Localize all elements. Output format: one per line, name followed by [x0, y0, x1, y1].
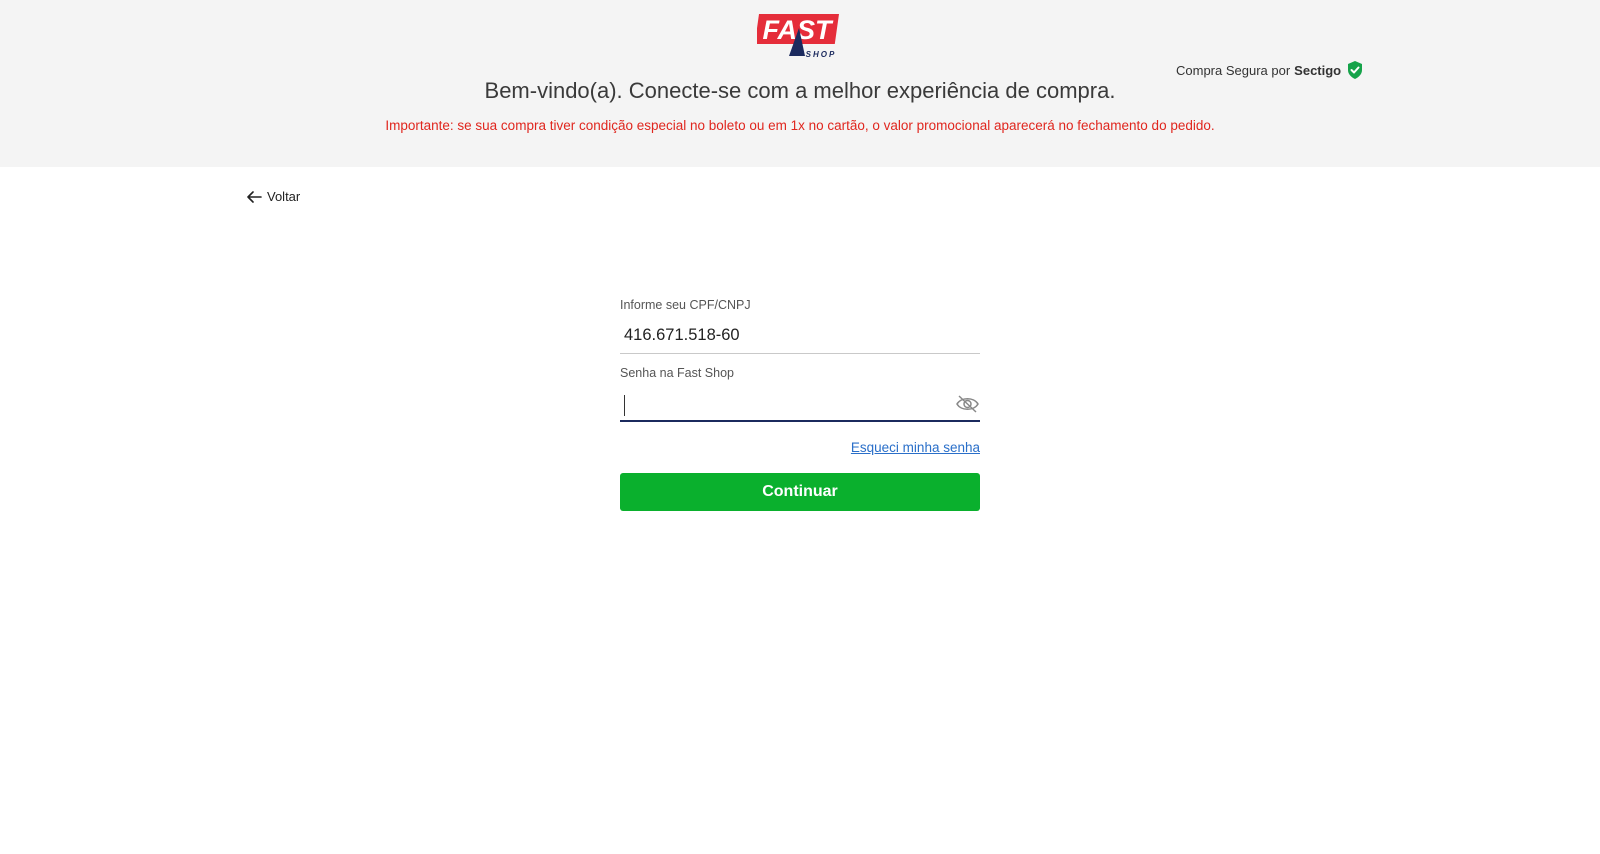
forgot-password-link[interactable]: Esqueci minha senha: [851, 440, 980, 455]
welcome-heading: Bem-vindo(a). Conecte-se com a melhor ex…: [484, 78, 1116, 103]
cpf-input[interactable]: [620, 318, 980, 353]
password-field-wrapper: [620, 386, 980, 422]
eye-slash-icon[interactable]: [955, 394, 980, 414]
back-arrow-icon: [247, 190, 262, 203]
cpf-label: Informe seu CPF/CNPJ: [620, 298, 751, 312]
promo-notice: Importante: se sua compra tiver condição…: [385, 118, 1215, 133]
shield-check-icon: [1348, 61, 1363, 79]
cpf-field-wrapper: [620, 318, 980, 354]
page-header: FAST SHOP Compra Segura por Sectigo Bem-…: [0, 0, 1600, 167]
fast-shop-logo[interactable]: FAST SHOP: [757, 14, 841, 60]
text-caret: [624, 395, 625, 416]
secure-purchase-badge: Compra Segura por Sectigo: [1176, 60, 1363, 80]
secure-text: Compra Segura por: [1176, 62, 1291, 78]
back-link[interactable]: Voltar: [246, 189, 300, 204]
login-form: Informe seu CPF/CNPJ Senha na Fast Shop …: [620, 298, 980, 511]
password-input[interactable]: [620, 386, 980, 420]
secure-brand: Sectigo: [1294, 62, 1342, 78]
forgot-row: Esqueci minha senha: [620, 439, 980, 457]
back-label: Voltar: [267, 189, 301, 204]
continue-button[interactable]: Continuar: [620, 473, 980, 511]
password-label: Senha na Fast Shop: [620, 366, 734, 380]
logo-subtext: SHOP: [806, 50, 837, 59]
